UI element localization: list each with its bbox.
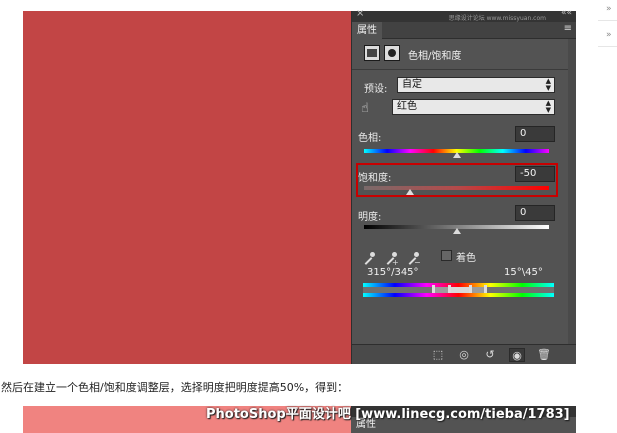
range-color-bar-bottom (363, 293, 554, 297)
eyedropper-icon[interactable] (362, 251, 376, 265)
eyedropper-plus-icon[interactable]: + (384, 251, 399, 267)
lightness-input[interactable]: 0 (515, 205, 555, 221)
colorize-checkbox[interactable] (441, 250, 452, 261)
properties-panel: × 思缘设计论坛 www.missyuan.com «« 属性 ≡ 色相/饱和度… (351, 8, 576, 364)
saturation-slider-track[interactable] (364, 186, 549, 190)
clip-to-layer-icon[interactable]: ⬚ (430, 348, 446, 362)
canvas-red (23, 11, 351, 364)
adjustment-title-row: 色相/饱和度 (364, 45, 564, 63)
lightness-label: 明度: (358, 212, 382, 223)
divider (598, 46, 617, 47)
saturation-input[interactable]: -50 (515, 166, 555, 182)
close-icon[interactable]: × (356, 8, 364, 19)
eyedropper-minus-icon[interactable]: − (406, 251, 421, 267)
panel-footer: ⬚ ◎ ↺ ◉ 🗑 (352, 344, 576, 364)
divider (352, 69, 568, 70)
collapse-icon[interactable]: «« (561, 8, 572, 18)
range-left-label: 315°/345° (367, 267, 419, 278)
article-caption: 然后在建立一个色相/饱和度调整层，选择明度把明度提高50%，得到： (1, 381, 349, 394)
reset-icon[interactable]: ↺ (482, 348, 498, 362)
hue-slider-knob[interactable] (452, 152, 461, 158)
panel-menu-icon[interactable]: ≡ (564, 23, 572, 34)
range-right-label: 15°\45° (504, 267, 543, 278)
colorize-label: 着色 (456, 253, 476, 264)
visibility-eye-icon[interactable]: ◉ (509, 348, 525, 362)
hue-input[interactable]: 0 (515, 126, 555, 142)
select-arrows-icon: ▲ ▼ (545, 77, 551, 92)
watermark-overlay: PhotoShop平面设计吧 [www.linecg.com/tieba/178… (206, 407, 570, 422)
expand-chevron-icon[interactable]: » (606, 30, 612, 40)
layer-mask-icon[interactable] (364, 45, 380, 61)
saturation-slider-knob[interactable] (406, 189, 415, 195)
channel-select[interactable]: 红色 ▲ ▼ (392, 99, 555, 115)
adjustment-title: 色相/饱和度 (408, 51, 462, 62)
tab-properties[interactable]: 属性 (352, 22, 382, 39)
view-previous-icon[interactable]: ◎ (456, 348, 472, 362)
tab-bar: 属性 ≡ (352, 22, 576, 39)
preset-select[interactable]: 自定 ▲ ▼ (397, 77, 555, 93)
lightness-slider-knob[interactable] (452, 228, 461, 234)
divider (598, 20, 617, 21)
preset-value: 自定 (402, 79, 422, 90)
panel-header: × 思缘设计论坛 www.missyuan.com «« (352, 8, 576, 22)
hue-saturation-icon[interactable] (384, 45, 400, 61)
saturation-label: 饱和度: (358, 173, 392, 184)
preset-label: 预设: (364, 84, 388, 95)
trash-icon[interactable]: 🗑 (536, 348, 552, 362)
hue-label: 色相: (358, 133, 382, 144)
hand-target-icon[interactable]: ☝ (361, 101, 379, 117)
panel-scrollbar[interactable] (568, 39, 576, 344)
channel-value: 红色 (397, 101, 417, 112)
watermark: 思缘设计论坛 www.missyuan.com (448, 15, 546, 22)
expand-chevron-icon[interactable]: » (606, 4, 612, 14)
select-arrows-icon: ▲ ▼ (545, 99, 551, 114)
screenshot-1: × 思缘设计论坛 www.missyuan.com «« 属性 ≡ 色相/饱和度… (23, 8, 576, 364)
